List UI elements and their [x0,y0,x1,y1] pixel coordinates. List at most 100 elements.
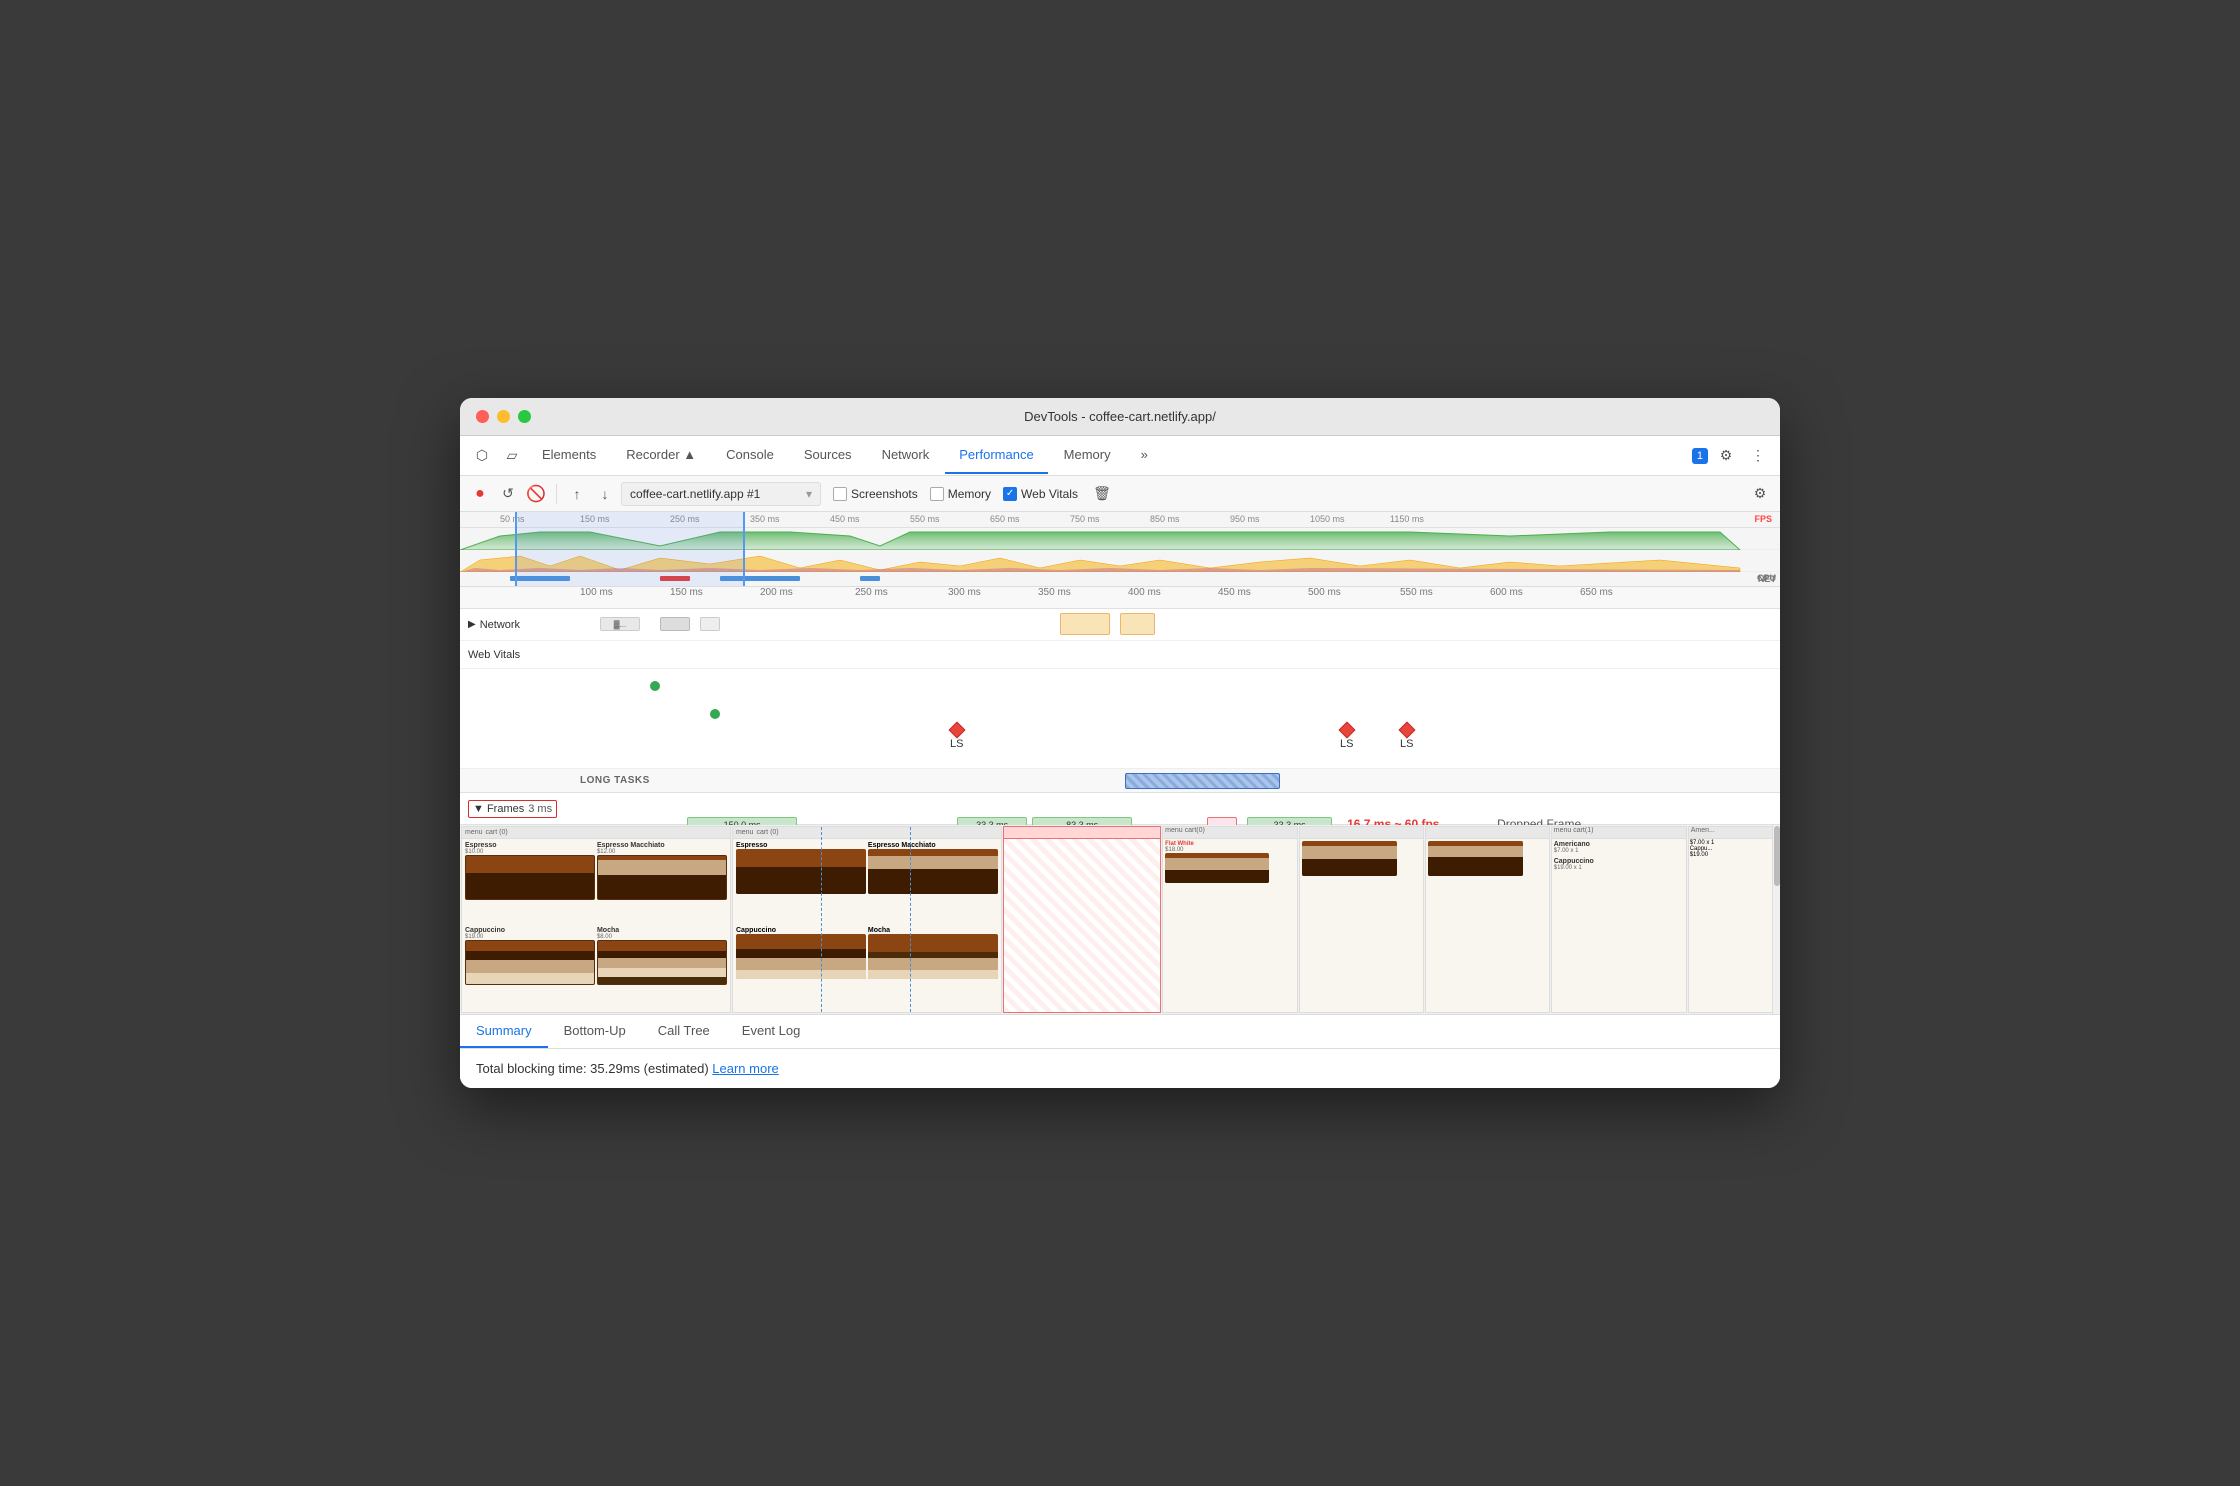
maximize-button[interactable] [518,410,531,423]
last-cappuccino-price: $19.00 [1690,852,1777,858]
dropdown-arrow: ▾ [806,487,812,501]
performance-toolbar: ● ↺ 🚫 ↑ ↓ coffee-cart.netlify.app #1 ▾ S… [460,476,1780,512]
network-block-2 [660,617,690,631]
tab-summary[interactable]: Summary [460,1015,548,1048]
tab-console[interactable]: Console [712,438,788,474]
coffee-espresso-2: Espresso [736,842,866,925]
message-badge[interactable]: 1 [1692,448,1708,464]
close-button[interactable] [476,410,489,423]
frame-5-content [1300,839,1423,1012]
screenshots-checkbox-item[interactable]: Screenshots [833,487,918,501]
webvitals-checkbox-item[interactable]: ✓ Web Vitals [1003,487,1078,501]
tab-more[interactable]: » [1127,438,1162,474]
frame-nav-bar: menucart (0) [462,827,730,839]
coffee-item-mocha: Mocha $8.00 [597,927,727,1010]
ls-diamond-3 [1398,722,1415,739]
checkbox-group: Screenshots Memory ✓ Web Vitals 🗑 [833,482,1114,506]
tab-network[interactable]: Network [868,438,944,474]
main-timeline: 100 ms 150 ms 200 ms 250 ms 300 ms 350 m… [460,587,1780,1015]
total-blocking-time: Total blocking time: 35.29ms (estimated) [476,1061,709,1076]
tab-memory[interactable]: Memory [1050,438,1125,474]
frame-6-cup [1428,841,1523,876]
frame-5-cup [1302,841,1397,876]
network-block-1: ▓... [600,617,640,631]
tab-call-tree[interactable]: Call Tree [642,1015,726,1048]
device-icon[interactable]: ▱ [498,442,526,470]
upload-button[interactable]: ↑ [565,482,589,506]
performance-area: 50 ms 150 ms 250 ms 350 ms 450 ms 550 ms… [460,512,1780,1088]
coffee-macchiato-2: Espresso Macchiato [868,842,998,925]
frame-cart-nav: menu cart(1) [1552,827,1686,839]
network-row[interactable]: ▶ Network ▓... [460,609,1780,641]
frame-6-content [1426,839,1549,1012]
frame-nav-bar-2: menucart (0) [733,827,1001,839]
frame-4-content: Flat White $18.00 [1163,839,1297,1012]
url-selector[interactable]: coffee-cart.netlify.app #1 ▾ [621,482,821,506]
settings-icon[interactable]: ⚙ [1712,442,1740,470]
frame-content-2: Espresso Espresso Macchiato Cappuccino [733,839,1001,1012]
memory-checkbox[interactable] [930,487,944,501]
screenshot-frame-6 [1425,826,1550,1013]
vital-dot-1 [650,681,660,691]
vitals-area: LS LS LS [460,669,1780,769]
frames-label[interactable]: ▼ Frames 3 ms [468,800,557,818]
summary-content: Total blocking time: 35.29ms (estimated)… [460,1049,1780,1088]
cappuccino-label: Cappuccino [1554,858,1684,865]
delete-recording-button[interactable]: 🗑 [1090,482,1114,506]
frame-last-content: $7.00 x 1 Cappu... $19.00 [1689,839,1778,1012]
ls-diamond-2 [1338,722,1355,739]
webvitals-checkbox[interactable]: ✓ [1003,487,1017,501]
screenshot-frame-2: menucart (0) Espresso Espresso Macchiato [732,826,1002,1013]
clear-button[interactable]: 🚫 [524,482,548,506]
cursor-icon[interactable]: ⬡ [468,442,496,470]
scrollbar-thumb[interactable] [1774,826,1780,886]
frames-row-header: ▼ Frames 3 ms 150.0 ms 33.3 ms 83.3 ms 3… [460,793,1780,825]
time-ruler: 100 ms 150 ms 200 ms 250 ms 300 ms 350 m… [460,587,1780,609]
coffee-mocha-2: Mocha [868,927,998,1010]
tab-elements[interactable]: Elements [528,438,610,474]
screenshot-frame-1: menucart (0) Espresso $10.00 Espresso Ma… [461,826,731,1013]
screenshot-frame-cart: menu cart(1) Americano $7.00 x 1 Cappucc… [1551,826,1687,1013]
record-button[interactable]: ● [468,482,492,506]
network-block-5 [1120,613,1155,635]
toolbar-settings-icon[interactable]: ⚙ [1748,482,1772,506]
tab-recorder[interactable]: Recorder ▲ [612,438,710,474]
americano-label: Americano [1554,841,1684,848]
ls-diamond-1 [948,722,965,739]
frame-cart-content: Americano $7.00 x 1 Cappuccino $19.00 x … [1552,839,1686,1012]
frame-4-nav: menu cart(0) [1163,827,1297,839]
long-task-stripe [1126,774,1279,788]
network-block-3 [700,617,720,631]
more-options-icon[interactable]: ⋮ [1744,442,1772,470]
frame-5-nav [1300,827,1423,839]
screenshot-frame-last: Ameri... $7.00 x 1 Cappu... $19.00 [1688,826,1779,1013]
learn-more-link[interactable]: Learn more [712,1061,778,1076]
tab-bottom-up[interactable]: Bottom-Up [548,1015,642,1048]
reload-button[interactable]: ↺ [496,482,520,506]
bottom-tab-bar: Summary Bottom-Up Call Tree Event Log [460,1015,1780,1049]
download-button[interactable]: ↓ [593,482,617,506]
tab-event-log[interactable]: Event Log [726,1015,817,1048]
screenshot-frame-4: menu cart(0) Flat White $18.00 [1162,826,1298,1013]
tab-sources[interactable]: Sources [790,438,866,474]
americano-price: $7.00 x 1 [1554,848,1684,854]
ls-marker-2: LS [1340,724,1353,750]
coffee-capp-2: Cappuccino [736,927,866,1010]
coffee-item-cappuccino: Cappuccino $19.00 [465,927,595,1010]
screenshot-frame-5 [1299,826,1424,1013]
separator [556,484,557,504]
screenshots-checkbox[interactable] [833,487,847,501]
frames-label-wrapper: ▼ Frames 3 ms [460,800,557,818]
frame-6-nav [1426,827,1549,839]
vertical-scrollbar[interactable] [1772,825,1780,1014]
overview-timeline[interactable]: 50 ms 150 ms 250 ms 350 ms 450 ms 550 ms… [460,512,1780,587]
long-tasks-row: LONG TASKS [460,769,1780,793]
memory-checkbox-item[interactable]: Memory [930,487,991,501]
expand-icon[interactable]: ▶ [468,619,476,630]
timeline-selection[interactable] [515,512,745,586]
tab-performance[interactable]: Performance [945,438,1047,474]
screenshot-frame-dropped [1003,826,1161,1013]
window-title: DevTools - coffee-cart.netlify.app/ [1024,409,1216,424]
screenshots-area: menucart (0) Espresso $10.00 Espresso Ma… [460,825,1780,1015]
minimize-button[interactable] [497,410,510,423]
